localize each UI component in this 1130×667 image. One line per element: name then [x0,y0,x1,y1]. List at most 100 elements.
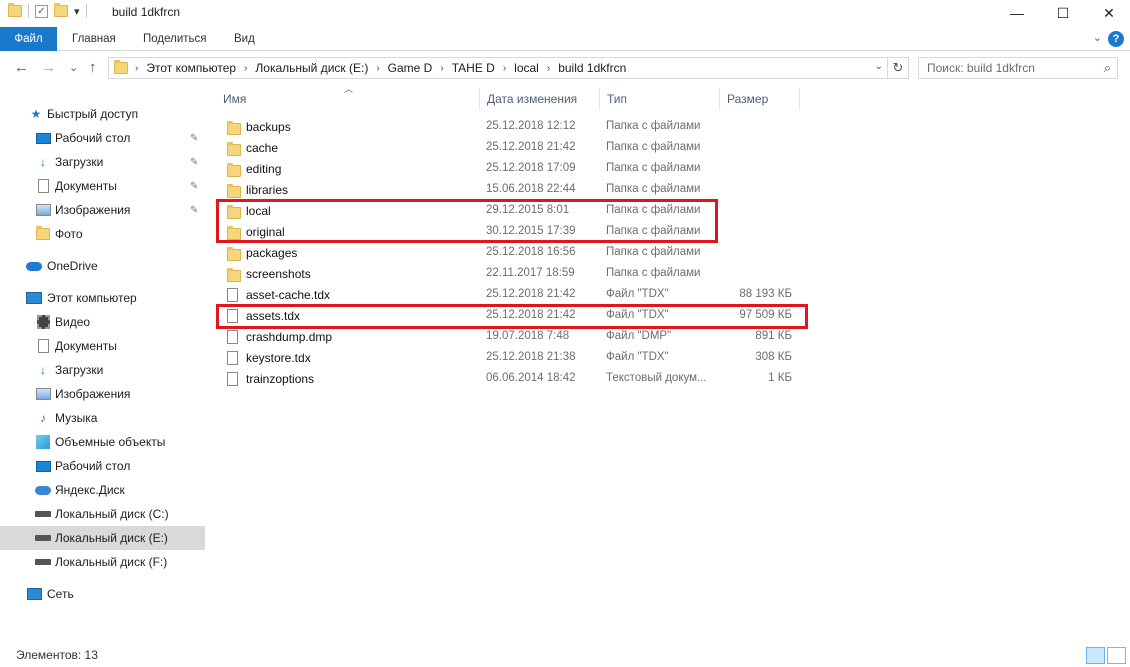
address-bar[interactable]: › Этот компьютер › Локальный диск (E:) ›… [108,57,888,79]
sidebar-item-photo[interactable]: Фото [0,222,205,246]
file-row[interactable]: packages 25.12.2018 16:56 Папка с файлами [216,243,806,264]
file-row[interactable]: asset-cache.tdx 25.12.2018 21:42 Файл "TDX… [216,285,806,306]
search-box[interactable]: ⌕ [918,57,1118,79]
file-name: packages [246,246,298,260]
file-row[interactable]: keystore.tdx 25.12.2018 21:38 Файл "TDX" 30… [216,348,806,369]
sidebar-item-desktop-pc[interactable]: Рабочий стол [0,454,205,478]
large-icons-view-button[interactable] [1107,647,1126,664]
sidebar-item-music[interactable]: ♪ Музыка [0,406,205,430]
documents-icon [35,179,51,193]
up-button[interactable]: ↑ [89,59,97,76]
address-dropdown-icon[interactable]: ⌄ [875,61,883,72]
sidebar-item-onedrive[interactable]: OneDrive [0,254,205,278]
sidebar-item-downloads[interactable]: ↓ Загрузки ✎ [0,150,205,174]
sidebar-item-label: Объемные объекты [55,435,166,449]
new-folder-icon[interactable] [54,3,68,17]
file-name: editing [246,162,282,176]
file-icon [227,288,238,302]
file-type: Папка с файлами [606,183,701,195]
file-row[interactable]: cache 25.12.2018 21:42 Папка с файлами [216,138,806,159]
pictures-icon [35,203,51,217]
sidebar-item-this-pc[interactable]: Этот компьютер [0,286,205,310]
breadcrumb-this-pc[interactable]: Этот компьютер [146,61,236,75]
computer-icon [26,291,42,305]
file-row[interactable]: libraries 15.06.2018 22:44 Папка с файлами [216,180,806,201]
breadcrumb-tahe-d[interactable]: TAHE D [452,61,495,75]
drive-icon [35,555,51,569]
sidebar-item-drive-e[interactable]: Локальный диск (E:) [0,526,205,550]
sidebar-item-label: Локальный диск (E:) [55,531,168,545]
expand-ribbon-icon[interactable]: ⌄ [1093,31,1102,44]
tab-view[interactable]: Вид [234,27,255,51]
forward-button[interactable]: → [41,59,56,76]
sidebar-item-drive-c[interactable]: Локальный диск (C:) [0,502,205,526]
yandex-disk-icon [35,483,51,497]
file-size: 1 КБ [768,372,792,384]
column-headers: Имя Дата изменения Тип Размер [216,86,806,112]
breadcrumb-local[interactable]: local [514,61,539,75]
minimize-button[interactable]: — [994,0,1040,26]
chevron-right-icon[interactable]: › [547,63,550,74]
pin-icon: ✎ [190,132,199,144]
highlight-box [216,304,808,329]
search-input[interactable] [927,58,1099,78]
breadcrumb-drive-e[interactable]: Локальный диск (E:) [255,61,368,75]
chevron-right-icon[interactable]: › [440,63,443,74]
chevron-right-icon[interactable]: › [503,63,506,74]
tab-home[interactable]: Главная [72,27,116,51]
tab-share[interactable]: Поделиться [143,27,207,51]
sidebar-item-label: Этот компьютер [47,291,137,305]
search-icon[interactable]: ⌕ [1104,60,1111,76]
back-button[interactable]: ← [14,59,29,76]
breadcrumb-current[interactable]: build 1dkfrcn [558,61,626,75]
sidebar-item-label: Документы [55,179,117,193]
details-view-button[interactable] [1086,647,1105,664]
divider [28,4,29,18]
column-header-type[interactable]: Тип [600,86,720,112]
pin-icon: ✎ [190,180,199,192]
file-size: 88 193 КБ [739,288,792,300]
chevron-right-icon[interactable]: › [376,63,379,74]
sidebar-item-pictures[interactable]: Изображения ✎ [0,198,205,222]
file-row[interactable]: trainzoptions 06.06.2014 18:42 Текстовый д… [216,369,806,390]
column-header-date[interactable]: Дата изменения [480,86,600,112]
sidebar-item-3d-objects[interactable]: Объемные объекты [0,430,205,454]
sidebar-item-downloads-pc[interactable]: ↓ Загрузки [0,358,205,382]
column-divider[interactable] [799,88,800,110]
sidebar-item-documents-pc[interactable]: Документы [0,334,205,358]
column-header-name[interactable]: Имя [216,86,480,112]
chevron-right-icon[interactable]: › [244,63,247,74]
file-name: keystore.tdx [246,351,311,365]
sidebar-item-label: Фото [55,227,83,241]
close-button[interactable]: ✕ [1086,0,1130,26]
help-icon[interactable]: ? [1108,31,1124,47]
file-row[interactable]: editing 25.12.2018 17:09 Папка с файлами [216,159,806,180]
file-row[interactable]: screenshots 22.11.2017 18:59 Папка с файла… [216,264,806,285]
sidebar-item-desktop[interactable]: Рабочий стол ✎ [0,126,205,150]
file-size: 308 КБ [755,351,792,363]
file-size: 891 КБ [755,330,792,342]
sidebar-item-documents[interactable]: Документы ✎ [0,174,205,198]
sidebar-item-yandex-disk[interactable]: Яндекс.Диск [0,478,205,502]
pictures-icon [35,387,51,401]
breadcrumb-game-d[interactable]: Game D [388,61,433,75]
chevron-right-icon[interactable]: › [135,63,138,74]
tab-file[interactable]: Файл [0,27,57,51]
sidebar-item-video[interactable]: Видео [0,310,205,334]
sidebar-item-pictures-pc[interactable]: Изображения [0,382,205,406]
recent-locations-button[interactable]: ⌄ [69,61,78,74]
customize-qat-dropdown[interactable]: ▾ [74,5,80,18]
sidebar-item-quick-access[interactable]: ★ Быстрый доступ [0,102,205,126]
sidebar-item-drive-f[interactable]: Локальный диск (F:) [0,550,205,574]
maximize-button[interactable]: ☐ [1040,0,1086,26]
file-type: Файл "TDX" [606,351,669,363]
file-type: Текстовый докум... [606,372,707,384]
column-header-size[interactable]: Размер [720,86,800,112]
properties-icon[interactable]: ✓ [35,4,48,18]
refresh-button[interactable]: ↻ [888,57,909,79]
status-bar: Элементов: 13 [0,644,1130,667]
sidebar-item-network[interactable]: Сеть [0,582,205,606]
file-row[interactable]: crashdump.dmp 19.07.2018 7:48 Файл "DMP" 89… [216,327,806,348]
file-row[interactable]: backups 25.12.2018 12:12 Папка с файлами [216,117,806,138]
file-icon [227,351,238,365]
